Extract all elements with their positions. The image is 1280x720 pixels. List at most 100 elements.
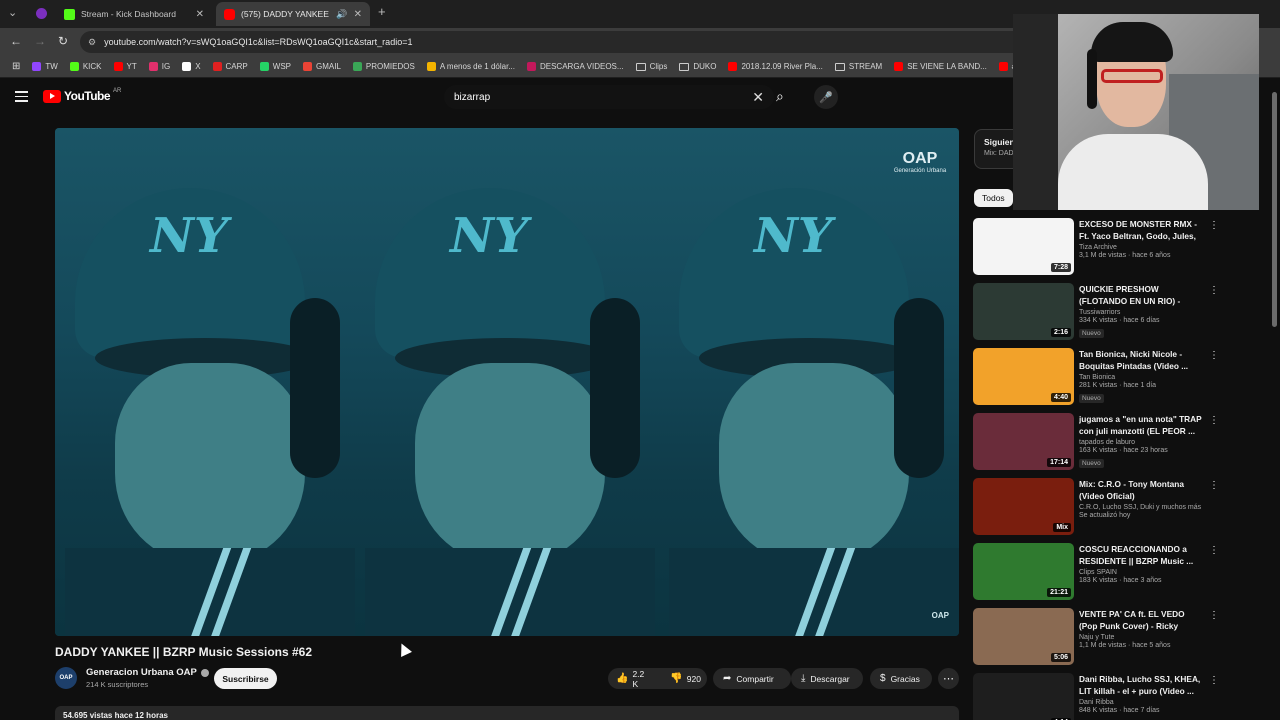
apps-icon[interactable]: ⊞	[6, 61, 26, 72]
channel-avatar[interactable]: OAP	[55, 667, 77, 689]
more-options-icon[interactable]: ⋮	[1209, 610, 1219, 621]
microphone-icon[interactable]: 🎤	[814, 85, 838, 109]
video-thumbnail[interactable]: 21:21	[973, 543, 1074, 600]
tab-search-icon[interactable]: ⌄	[8, 6, 17, 19]
bookmark-item[interactable]: GMAIL	[297, 62, 347, 71]
recommendation-item[interactable]: Mix Mix: C.R.O - Tony Montana (Video Ofic…	[973, 478, 1219, 542]
more-options-icon[interactable]: ⋮	[1209, 350, 1219, 361]
forward-icon[interactable]: →	[34, 34, 46, 48]
recommendation-title[interactable]: Dani Ribba, Lucho SSJ, KHEA, LIT killah …	[1079, 673, 1204, 697]
search-input[interactable]: bizarrap ✕	[444, 85, 774, 109]
video-thumbnail[interactable]: 4:40	[973, 348, 1074, 405]
more-options-icon[interactable]: ⋮	[1209, 675, 1219, 686]
duration-badge: 5:06	[1050, 653, 1071, 662]
recommendation-channel[interactable]: tapados de laburo	[1079, 439, 1204, 446]
recommendation-item[interactable]: 21:21 COSCU REACCIONANDO a RESIDENTE || B…	[973, 543, 1219, 607]
bookmark-item[interactable]: IG	[143, 62, 176, 71]
video-thumbnail[interactable]: 7:28	[973, 218, 1074, 275]
dislike-button[interactable]: 👎 920	[662, 668, 709, 689]
bookmark-item[interactable]: KICK	[64, 62, 108, 71]
recommendation-item[interactable]: 2:16 QUICKIE PRESHOW (FLOTANDO EN UN RIO)…	[973, 283, 1219, 347]
like-button[interactable]: 👍 2.2 K	[608, 668, 652, 689]
video-player[interactable]: NY NY NY OAP Generación Urbana OAP	[55, 128, 959, 636]
bookmark-item[interactable]: A menos de 1 dólar...	[421, 62, 521, 71]
video-thumbnail[interactable]: 4:14	[973, 673, 1074, 720]
recommendation-title[interactable]: COSCU REACCIONANDO a RESIDENTE || BZRP M…	[1079, 543, 1204, 567]
bookmark-item[interactable]: TW	[26, 62, 63, 71]
share-button[interactable]: ➦ Compartir	[713, 668, 791, 689]
recommendation-channel[interactable]: C.R.O, Lucho SSJ, Duki y muchos más	[1079, 504, 1204, 511]
bookmark-item[interactable]: DUKO	[673, 62, 722, 71]
recommendation-title[interactable]: Tan Bionica, Nicki Nicole - Boquitas Pin…	[1079, 348, 1204, 372]
url-input[interactable]: ⚙ youtube.com/watch?v=sWQ1oaGQI1c&list=R…	[80, 31, 1060, 53]
recommendation-title[interactable]: VENTE PA' CA ft. EL VEDO (Pop Punk Cover…	[1079, 608, 1204, 632]
recommendation-channel[interactable]: Dani Ribba	[1079, 699, 1204, 706]
close-tab-icon[interactable]: ✕	[354, 9, 362, 20]
youtube-logo[interactable]: YouTube AR	[43, 88, 121, 103]
more-actions-icon[interactable]: ⋯	[938, 668, 959, 689]
page-scrollbar[interactable]	[1271, 82, 1278, 720]
more-options-icon[interactable]: ⋮	[1209, 545, 1219, 556]
tab-kick-dashboard[interactable]: Stream - Kick Dashboard ✕	[56, 2, 212, 26]
close-tab-icon[interactable]: ✕	[196, 9, 204, 20]
bookmark-item[interactable]: X	[176, 62, 206, 71]
channel-name[interactable]: Generacion Urbana OAP	[86, 667, 209, 678]
bookmark-item[interactable]: STREAM	[829, 62, 888, 71]
recommendation-item[interactable]: 5:06 VENTE PA' CA ft. EL VEDO (Pop Punk C…	[973, 608, 1219, 672]
menu-icon[interactable]	[15, 91, 28, 102]
thanks-button[interactable]: $ Gracias	[870, 668, 932, 689]
bookmark-item[interactable]: DESCARGA VIDEOS...	[521, 62, 630, 71]
video-thumbnail[interactable]: 5:06	[973, 608, 1074, 665]
search-icon[interactable]: ⌕	[776, 88, 784, 105]
bookmark-item[interactable]: Clips	[630, 62, 674, 71]
bookmark-favicon-icon	[998, 62, 1008, 71]
site-info-icon[interactable]: ⚙	[88, 37, 96, 48]
bookmark-item[interactable]: YT	[108, 62, 143, 71]
description-box[interactable]: 54.695 vistas hace 12 horas	[55, 706, 959, 720]
bookmark-item[interactable]: PROMIEDOS	[347, 62, 421, 71]
chip-todos[interactable]: Todos	[974, 189, 1013, 207]
channel-name-text: Generacion Urbana OAP	[86, 667, 197, 678]
profile-icon[interactable]	[36, 8, 47, 19]
recommendation-title[interactable]: QUICKIE PRESHOW (FLOTANDO EN UN RIO) - T…	[1079, 283, 1204, 307]
bookmark-label: TW	[45, 62, 58, 71]
video-thumbnail[interactable]: 17:14	[973, 413, 1074, 470]
more-options-icon[interactable]: ⋮	[1209, 415, 1219, 426]
recommendation-title[interactable]: Mix: C.R.O - Tony Montana (Video Oficial…	[1079, 478, 1204, 502]
video-title: DADDY YANKEE || BZRP Music Sessions #62	[55, 645, 313, 659]
more-options-icon[interactable]: ⋮	[1209, 480, 1219, 491]
tab-youtube[interactable]: (575) DADDY YANKEE || BZRP 🔊 ✕	[216, 2, 370, 26]
youtube-favicon-icon	[224, 8, 235, 20]
reload-icon[interactable]: ↻	[58, 34, 68, 48]
clear-search-icon[interactable]: ✕	[752, 89, 764, 106]
recommendation-item[interactable]: 4:40 Tan Bionica, Nicki Nicole - Boquitas…	[973, 348, 1219, 412]
subscribe-button[interactable]: Suscribirse	[214, 668, 277, 689]
recommendation-item[interactable]: 4:14Dani Ribba, Lucho SSJ, KHEA, LIT kil…	[973, 673, 1219, 720]
bookmark-item[interactable]: SE VIENE LA BAND...	[888, 62, 993, 71]
bookmark-item[interactable]: 2018.12.09 River Pla...	[722, 62, 828, 71]
video-thumbnail[interactable]: 2:16	[973, 283, 1074, 340]
more-options-icon[interactable]: ⋮	[1209, 220, 1219, 231]
mouse-cursor	[396, 641, 412, 657]
bookmark-favicon-icon	[113, 62, 123, 71]
recommendation-channel[interactable]: Naju y Tute	[1079, 634, 1204, 641]
recommendation-item[interactable]: 17:14 jugamos a "en una nota" TRAP con ju…	[973, 413, 1219, 477]
recommendation-title[interactable]: EXCESO DE MONSTER RMX - Ft. Yaco Beltran…	[1079, 218, 1204, 242]
recommendation-item[interactable]: 7:28 EXCESO DE MONSTER RMX - Ft. Yaco Bel…	[973, 218, 1219, 282]
new-tab-icon[interactable]: +	[378, 4, 386, 19]
recommendation-title[interactable]: jugamos a "en una nota" TRAP con juli ma…	[1079, 413, 1204, 437]
bookmark-item[interactable]: WSP	[254, 62, 297, 71]
more-options-icon[interactable]: ⋮	[1209, 285, 1219, 296]
bookmark-label: IG	[161, 62, 171, 71]
recommendation-channel[interactable]: Tussiwarriors	[1079, 309, 1204, 316]
video-thumbnail[interactable]: Mix	[973, 478, 1074, 535]
duration-badge: 4:40	[1050, 393, 1071, 402]
recommendation-channel[interactable]: Clips SPAIN	[1079, 569, 1204, 576]
back-icon[interactable]: ←	[10, 34, 22, 48]
speaker-icon[interactable]: 🔊	[336, 9, 347, 20]
recommendation-channel[interactable]: Tan Bionica	[1079, 374, 1204, 381]
download-button[interactable]: ⤓ Descargar	[791, 668, 863, 689]
bookmark-item[interactable]: CARP	[207, 62, 254, 71]
scrollbar-thumb[interactable]	[1272, 92, 1277, 327]
recommendation-channel[interactable]: Tiza Archive	[1079, 244, 1204, 251]
